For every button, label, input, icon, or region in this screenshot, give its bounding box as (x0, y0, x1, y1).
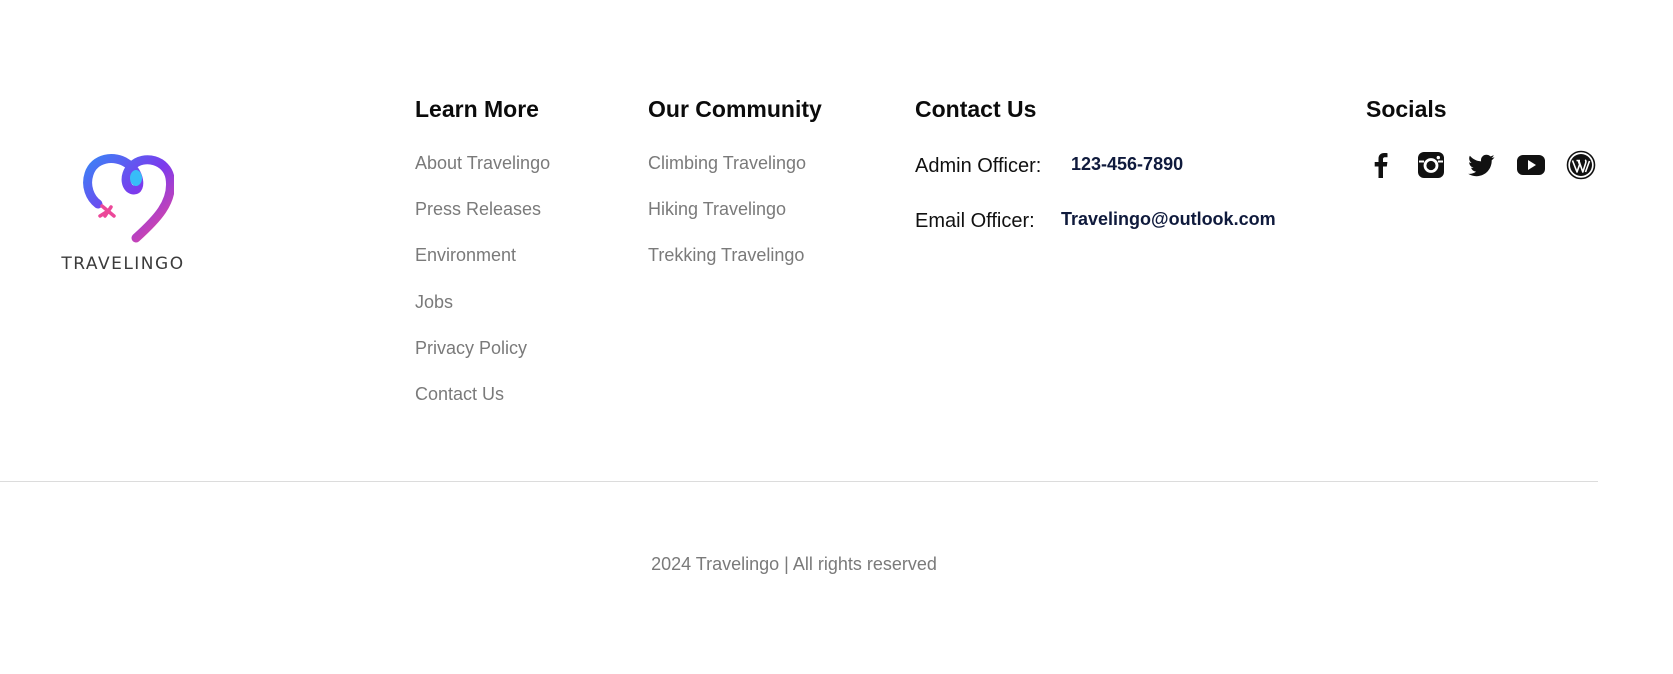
link-environment[interactable]: Environment (415, 245, 516, 266)
admin-phone-link[interactable]: 123-456-7890 (1071, 154, 1183, 175)
heart-plane-logo-icon (83, 154, 174, 243)
youtube-icon[interactable] (1516, 150, 1546, 180)
link-privacy-policy[interactable]: Privacy Policy (415, 338, 527, 359)
community-column: Our Community Climbing Travelingo Hiking… (648, 95, 822, 265)
socials-column: Socials (1366, 95, 1606, 180)
facebook-icon[interactable] (1366, 150, 1396, 180)
learn-more-heading: Learn More (415, 96, 539, 122)
link-contact-us[interactable]: Contact Us (415, 384, 504, 405)
email-officer-label: Email Officer: (915, 210, 1035, 232)
link-trekking-travelingo[interactable]: Trekking Travelingo (648, 245, 804, 266)
copyright-text: 2024 Travelingo | All rights reserved (651, 554, 937, 574)
footer-divider (0, 481, 1598, 482)
socials-heading: Socials (1366, 96, 1447, 122)
email-link[interactable]: Travelingo@outlook.com (1061, 209, 1276, 230)
learn-more-column: Learn More About Travelingo Press Releas… (415, 95, 550, 404)
community-heading: Our Community (648, 96, 822, 122)
link-climbing-travelingo[interactable]: Climbing Travelingo (648, 153, 806, 174)
link-about-travelingo[interactable]: About Travelingo (415, 153, 550, 174)
wordpress-icon[interactable] (1566, 150, 1596, 180)
brand-name: TRAVELINGO (61, 254, 185, 274)
link-jobs[interactable]: Jobs (415, 292, 453, 313)
admin-officer-label: Admin Officer: (915, 155, 1042, 177)
contact-heading: Contact Us (915, 96, 1037, 122)
twitter-icon[interactable] (1466, 150, 1496, 180)
instagram-icon[interactable] (1416, 150, 1446, 180)
contact-column: Contact Us Admin Officer: 123-456-7890 E… (915, 95, 1315, 232)
link-press-releases[interactable]: Press Releases (415, 199, 541, 220)
brand-logo[interactable]: TRAVELINGO (60, 150, 190, 280)
link-hiking-travelingo[interactable]: Hiking Travelingo (648, 199, 786, 220)
